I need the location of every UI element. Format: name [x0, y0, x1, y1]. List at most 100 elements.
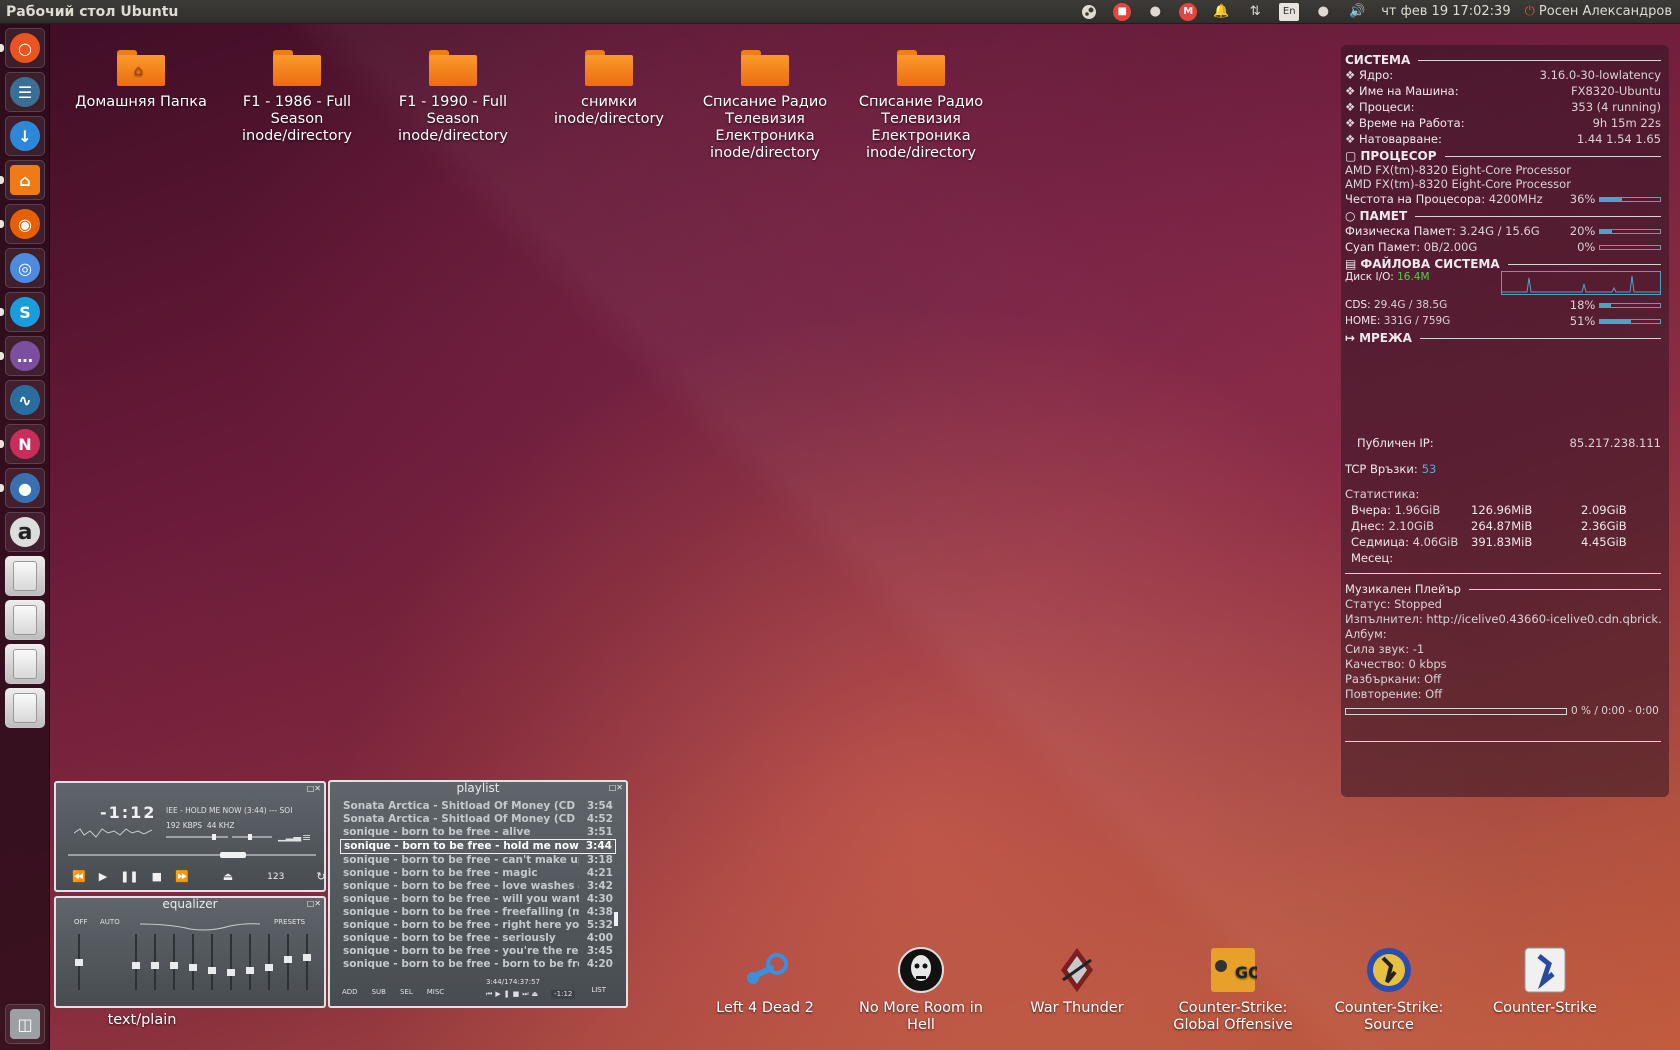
playlist-item[interactable]: sonique - born to be free - born to be f…: [340, 958, 616, 971]
visualizer[interactable]: [74, 823, 152, 841]
mini-play-icon[interactable]: ▶: [495, 990, 500, 999]
launcher-drive-1-icon[interactable]: [5, 556, 45, 596]
desktop-folder[interactable]: F1 - 1986 - Full Season inode/directory: [227, 50, 367, 145]
next-icon[interactable]: ⏩: [175, 870, 189, 883]
bell-icon[interactable]: 🔔: [1211, 2, 1231, 22]
desktop-folder[interactable]: снимки inode/directory: [539, 50, 679, 128]
playlist-item[interactable]: sonique - born to be free - can't make u…: [340, 854, 616, 867]
balance-slider[interactable]: [232, 834, 272, 840]
playlist-item[interactable]: sonique - born to be free - will you wan…: [340, 893, 616, 906]
mail-icon[interactable]: M: [1179, 2, 1198, 21]
lightbulb-icon[interactable]: ●: [1145, 2, 1165, 22]
launcher-trash-icon[interactable]: ◫: [5, 1004, 45, 1044]
launcher-amazon-icon[interactable]: a: [5, 512, 45, 552]
playlist-item[interactable]: sonique - born to be free - love washes …: [340, 880, 616, 893]
eq-band-slider[interactable]: [189, 934, 197, 990]
eq-auto-toggle[interactable]: AUTO: [100, 918, 120, 926]
list-button[interactable]: LIST: [591, 986, 606, 994]
messaging-icon[interactable]: ●: [1313, 2, 1333, 22]
playlist-item[interactable]: Sonata Arctica - Shitload Of Money (CD S…: [340, 813, 616, 826]
keyboard-layout-indicator[interactable]: En: [1279, 2, 1300, 21]
window-buttons[interactable]: □✕: [307, 898, 321, 910]
volume-icon[interactable]: 🔊: [1347, 2, 1367, 22]
eq-band-slider[interactable]: [208, 934, 216, 990]
launcher-files-home-icon[interactable]: ⌂: [5, 160, 45, 200]
launcher-chrome-icon[interactable]: ◎: [5, 248, 45, 288]
volume-slider[interactable]: [166, 834, 228, 840]
previous-icon[interactable]: ⏪: [72, 870, 86, 883]
mini-stop-icon[interactable]: ■: [513, 990, 520, 999]
launcher-drive-3-icon[interactable]: [5, 644, 45, 684]
playlist-item[interactable]: sonique - born to be free - hold me now 3…: [340, 839, 616, 854]
playlist-item[interactable]: sonique - born to be free - seriously 4:0…: [340, 932, 616, 945]
eq-band-slider[interactable]: [265, 934, 273, 990]
play-icon[interactable]: ▶: [99, 870, 107, 883]
eject-icon[interactable]: ⏏: [223, 870, 233, 883]
launcher-netbeans-icon[interactable]: N: [5, 424, 45, 464]
launcher-steam-icon[interactable]: ●: [5, 468, 45, 508]
desktop-file-label[interactable]: text/plain: [72, 1012, 212, 1029]
mini-previous-icon[interactable]: ⏮: [486, 990, 492, 999]
playlist-list[interactable]: Sonata Arctica - Shitload Of Money (CD S…: [340, 800, 616, 971]
desktop-launcher[interactable]: GO Counter-Strike: Global Offensive: [1163, 946, 1303, 1034]
playlist-misc-button[interactable]: MISC: [427, 988, 444, 996]
launcher-skype-icon[interactable]: S: [5, 292, 45, 332]
eq-band-slider[interactable]: [227, 934, 235, 990]
playlist-sub-button[interactable]: SUB: [372, 988, 386, 996]
desktop-launcher[interactable]: No More Room in Hell: [851, 946, 991, 1034]
equalizer-window[interactable]: equalizer □✕ OFF AUTO PRESETS: [54, 896, 326, 1008]
stop-icon[interactable]: ■: [152, 870, 162, 883]
eq-presets-button[interactable]: PRESETS: [274, 918, 305, 926]
launcher-drive-2-icon[interactable]: [5, 600, 45, 640]
eq-band-slider[interactable]: [246, 934, 254, 990]
playlist-window[interactable]: playlist □✕ Sonata Arctica - Shitload Of …: [328, 780, 628, 1008]
pause-icon[interactable]: ❚❚: [120, 870, 138, 883]
seek-bar[interactable]: [68, 852, 316, 858]
repeat-icon[interactable]: ↻: [316, 870, 325, 883]
desktop-folder[interactable]: ⌂ Домашняя Папка: [71, 50, 211, 111]
session-menu[interactable]: ⏻ Росен Александров: [1525, 4, 1672, 19]
playlist-item[interactable]: sonique - born to be free - right here y…: [340, 919, 616, 932]
mini-next-icon[interactable]: ⏭: [522, 990, 528, 999]
mini-pause-icon[interactable]: ❚: [504, 990, 510, 999]
desktop-folder[interactable]: F1 - 1990 - Full Season inode/directory: [383, 50, 523, 145]
eq-off-toggle[interactable]: OFF: [74, 918, 88, 926]
desktop-launcher[interactable]: War Thunder: [1007, 946, 1147, 1017]
mini-eject-icon[interactable]: ⏏: [532, 990, 539, 999]
eq-band-slider[interactable]: [303, 934, 311, 990]
launcher-software-updater-icon[interactable]: ↓: [5, 116, 45, 156]
launcher-ubuntu-dash-icon[interactable]: ○: [5, 28, 45, 68]
playlist-item[interactable]: Sonata Arctica - Shitload Of Money (CD S…: [340, 800, 616, 813]
network-icon[interactable]: ⇅: [1245, 2, 1265, 22]
launcher-mixer-icon[interactable]: ☰: [5, 72, 45, 112]
eq-band-slider[interactable]: [284, 934, 292, 990]
launcher-pidgin-icon[interactable]: …: [5, 336, 45, 376]
playlist-sel-button[interactable]: SEL: [400, 988, 413, 996]
playlist-item[interactable]: sonique - born to be free - freefalling …: [340, 906, 616, 919]
time-display[interactable]: -1:12: [100, 803, 156, 822]
eq-preamp-slider[interactable]: [75, 934, 83, 990]
notification-tray-icon[interactable]: ■: [1113, 2, 1132, 21]
steam-tray-icon[interactable]: [1079, 2, 1099, 22]
playlist-item[interactable]: sonique - born to be free - magic 4:21: [340, 867, 616, 880]
window-buttons[interactable]: □✕: [609, 782, 623, 794]
playlist-toggle-icon[interactable]: ≡: [302, 831, 311, 844]
desktop-launcher[interactable]: Counter-Strike: [1475, 946, 1615, 1017]
playlist-item[interactable]: sonique - born to be free - you're the r…: [340, 945, 616, 958]
window-buttons[interactable]: □✕: [307, 783, 321, 795]
playlist-add-button[interactable]: ADD: [342, 988, 358, 996]
equalizer-toggle-icon[interactable]: ▁▂▃: [278, 831, 301, 842]
launcher-drive-4-icon[interactable]: [5, 688, 45, 728]
desktop-launcher[interactable]: Left 4 Dead 2: [695, 946, 835, 1017]
eq-band-slider[interactable]: [132, 934, 140, 990]
audacious-main-window[interactable]: □✕ -1:12 IEE - HOLD ME NOW (3:44) --- SO…: [54, 781, 326, 892]
eq-band-slider[interactable]: [170, 934, 178, 990]
desktop-folder[interactable]: Списание Радио Телевизия Електроника ino…: [695, 50, 835, 162]
desktop-launcher[interactable]: Counter-Strike: Source: [1319, 946, 1459, 1034]
launcher-system-monitor-icon[interactable]: ∿: [5, 380, 45, 420]
clock[interactable]: чт фев 19 17:02:39: [1381, 4, 1510, 19]
playlist-item[interactable]: sonique - born to be free - alive 3:51: [340, 826, 616, 839]
playlist-scrollbar[interactable]: [614, 912, 618, 926]
launcher-firefox-icon[interactable]: ◉: [5, 204, 45, 244]
eq-band-slider[interactable]: [151, 934, 159, 990]
